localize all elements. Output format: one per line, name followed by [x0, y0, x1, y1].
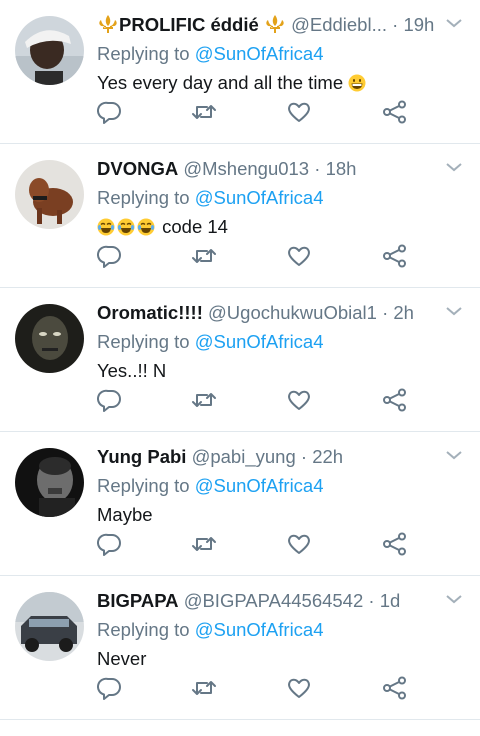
tweet-actions: [97, 531, 417, 557]
reply-icon[interactable]: [97, 531, 123, 557]
tweet-text: Yes every day and all the time: [97, 72, 344, 93]
chevron-down-icon[interactable]: [444, 16, 464, 30]
author-handle[interactable]: @pabi_yung: [192, 446, 296, 467]
share-icon[interactable]: [382, 387, 408, 413]
fleur-de-lis-icon: [264, 13, 286, 33]
author-handle[interactable]: @UgochukwuObial1: [208, 302, 377, 323]
like-icon[interactable]: [286, 99, 312, 125]
author-name[interactable]: BIGPAPA: [97, 590, 179, 611]
grinning-face-icon: [348, 71, 366, 92]
reply-icon[interactable]: [97, 675, 123, 701]
timestamp[interactable]: 19h: [403, 14, 434, 35]
reply-tweet[interactable]: Yung Pabi @pabi_yung · 22h Replying to @…: [0, 432, 480, 576]
tweet-actions: [97, 99, 417, 125]
like-icon[interactable]: [286, 675, 312, 701]
avatar[interactable]: [15, 448, 84, 517]
tweet-text: Yes..!! N: [97, 360, 167, 381]
replying-mention[interactable]: @SunOfAfrica4: [195, 43, 324, 64]
reply-tweet[interactable]: Oromatic!!!! @UgochukwuObial1 · 2h Reply…: [0, 288, 480, 432]
avatar[interactable]: [15, 16, 84, 85]
like-icon[interactable]: [286, 531, 312, 557]
tweet-actions: [97, 387, 417, 413]
author-name[interactable]: Yung Pabi: [97, 446, 186, 467]
tears-of-joy-icon: [117, 215, 135, 236]
replying-label: Replying to: [97, 331, 190, 352]
share-icon[interactable]: [382, 675, 408, 701]
replying-mention[interactable]: @SunOfAfrica4: [195, 619, 324, 640]
fleur-de-lis-icon: [97, 13, 119, 33]
timestamp[interactable]: 1d: [380, 590, 401, 611]
author-name[interactable]: Oromatic!!!!: [97, 302, 203, 323]
tweet-text: code 14: [162, 216, 228, 237]
replying-label: Replying to: [97, 43, 190, 64]
tweet-text: Maybe: [97, 504, 153, 525]
author-handle[interactable]: @Mshengu013: [183, 158, 309, 179]
share-icon[interactable]: [382, 243, 408, 269]
separator-dot: ·: [382, 302, 389, 323]
chevron-down-icon[interactable]: [444, 160, 464, 174]
reply-icon[interactable]: [97, 99, 123, 125]
reply-feed: PROLIFIC éddié @Eddiebl... · 19h Replyin…: [0, 0, 480, 720]
author-name[interactable]: PROLIFIC éddié: [119, 14, 259, 35]
author-name[interactable]: DVONGA: [97, 158, 178, 179]
timestamp[interactable]: 18h: [326, 158, 357, 179]
timestamp[interactable]: 2h: [393, 302, 414, 323]
reply-tweet[interactable]: PROLIFIC éddié @Eddiebl... · 19h Replyin…: [0, 0, 480, 144]
replying-mention[interactable]: @SunOfAfrica4: [195, 331, 324, 352]
retweet-icon[interactable]: [191, 99, 217, 125]
chevron-down-icon[interactable]: [444, 304, 464, 318]
share-icon[interactable]: [382, 531, 408, 557]
reply-icon[interactable]: [97, 387, 123, 413]
reply-icon[interactable]: [97, 243, 123, 269]
avatar[interactable]: [15, 592, 84, 661]
replying-label: Replying to: [97, 187, 190, 208]
chevron-down-icon[interactable]: [444, 592, 464, 606]
tweet-text: Never: [97, 648, 147, 669]
author-handle[interactable]: @BIGPAPA44564542: [184, 590, 364, 611]
retweet-icon[interactable]: [191, 243, 217, 269]
reply-tweet[interactable]: BIGPAPA @BIGPAPA44564542 · 1d Replying t…: [0, 576, 480, 720]
tears-of-joy-icon: [137, 215, 155, 236]
retweet-icon[interactable]: [191, 531, 217, 557]
replying-label: Replying to: [97, 475, 190, 496]
reply-tweet[interactable]: DVONGA @Mshengu013 · 18h Replying to @Su…: [0, 144, 480, 288]
chevron-down-icon[interactable]: [444, 448, 464, 462]
separator-dot: ·: [314, 158, 321, 179]
avatar[interactable]: [15, 304, 84, 373]
tweet-actions: [97, 243, 417, 269]
author-handle[interactable]: @Eddiebl...: [291, 14, 387, 35]
separator-dot: ·: [300, 446, 308, 467]
separator-dot: ·: [368, 590, 375, 611]
replying-label: Replying to: [97, 619, 190, 640]
timestamp[interactable]: 22h: [312, 446, 343, 467]
retweet-icon[interactable]: [191, 675, 217, 701]
like-icon[interactable]: [286, 243, 312, 269]
replying-mention[interactable]: @SunOfAfrica4: [195, 187, 324, 208]
separator-dot: ·: [392, 14, 399, 35]
tweet-actions: [97, 675, 417, 701]
avatar[interactable]: [15, 160, 84, 229]
tears-of-joy-icon: [97, 215, 115, 236]
retweet-icon[interactable]: [191, 387, 217, 413]
share-icon[interactable]: [382, 99, 408, 125]
replying-mention[interactable]: @SunOfAfrica4: [195, 475, 324, 496]
like-icon[interactable]: [286, 387, 312, 413]
